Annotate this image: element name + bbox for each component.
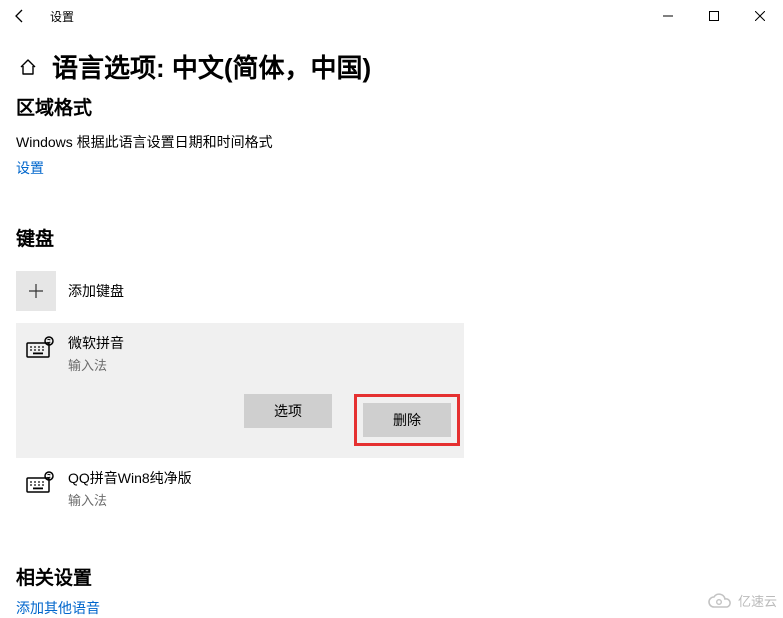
back-button[interactable] [0, 0, 40, 32]
close-icon [755, 11, 765, 21]
ime-actions: 选项 删除 [16, 394, 464, 446]
home-icon [19, 58, 37, 76]
ime-subtext: 输入法 [68, 355, 124, 374]
plus-icon [28, 283, 44, 299]
page-header: 语言选项: 中文(简体，中国) [16, 48, 767, 85]
ime-row: QQ拼音Win8纯净版 输入法 [16, 468, 464, 509]
maximize-icon [709, 11, 719, 21]
region-format-heading: 区域格式 [16, 93, 767, 120]
minimize-icon [663, 11, 673, 21]
delete-highlight-box: 删除 [354, 394, 460, 446]
content-area: 语言选项: 中文(简体，中国) 区域格式 Windows 根据此语言设置日期和时… [0, 48, 783, 618]
keyboard-icon [26, 470, 54, 494]
titlebar: 设置 [0, 0, 783, 32]
close-button[interactable] [737, 0, 783, 32]
ime-text: 微软拼音 输入法 [68, 333, 124, 374]
ime-subtext: 输入法 [68, 490, 192, 509]
ime-icon-box [20, 333, 60, 359]
ime-row: 微软拼音 输入法 [16, 333, 464, 374]
ime-item-selected[interactable]: 微软拼音 输入法 选项 删除 [16, 323, 464, 458]
delete-button[interactable]: 删除 [363, 403, 451, 437]
maximize-button[interactable] [691, 0, 737, 32]
add-keyboard-button[interactable]: 添加键盘 [16, 271, 767, 311]
minimize-button[interactable] [645, 0, 691, 32]
region-format-desc: Windows 根据此语言设置日期和时间格式 [16, 132, 767, 152]
back-icon [12, 8, 28, 24]
home-button[interactable] [16, 55, 40, 79]
related-settings-heading: 相关设置 [16, 563, 767, 590]
ime-text: QQ拼音Win8纯净版 输入法 [68, 468, 192, 509]
window-controls [645, 0, 783, 32]
cloud-icon [706, 592, 732, 610]
ime-name: QQ拼音Win8纯净版 [68, 468, 192, 488]
keyboard-icon [26, 335, 54, 359]
region-settings-link[interactable]: 设置 [16, 158, 767, 178]
watermark: 亿速云 [706, 591, 777, 610]
ime-name: 微软拼音 [68, 333, 124, 353]
watermark-text: 亿速云 [738, 591, 777, 610]
keyboard-heading: 键盘 [16, 224, 767, 251]
add-keyboard-label: 添加键盘 [68, 281, 124, 301]
add-keyboard-icon-box [16, 271, 56, 311]
ime-item[interactable]: QQ拼音Win8纯净版 输入法 [16, 458, 464, 519]
ime-icon-box [20, 468, 60, 494]
options-button[interactable]: 选项 [244, 394, 332, 428]
page-title: 语言选项: 中文(简体，中国) [52, 48, 371, 85]
add-voice-link[interactable]: 添加其他语音 [16, 598, 767, 618]
app-title: 设置 [50, 8, 74, 25]
